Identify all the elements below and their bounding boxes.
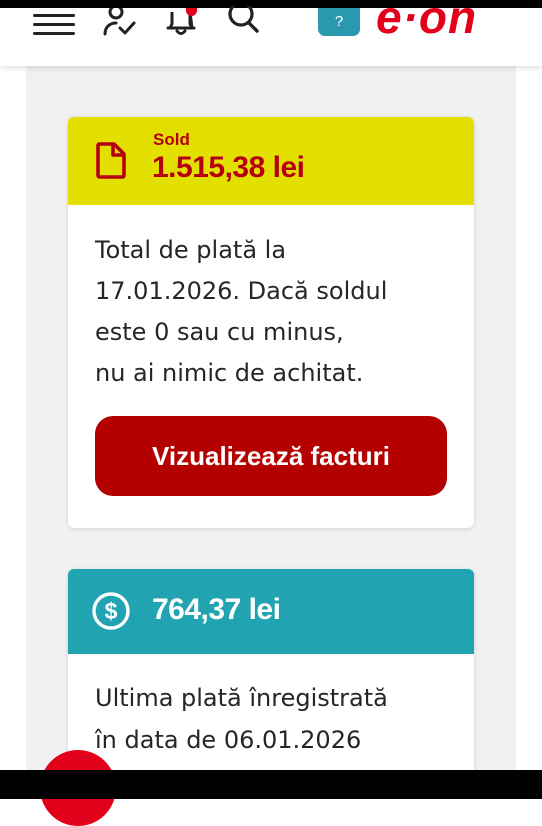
svg-text:$: $ <box>105 598 118 624</box>
bell-icon[interactable] <box>164 8 198 36</box>
balance-label: Sold <box>153 130 190 149</box>
balance-card-header: Sold 1.515,38 lei <box>68 117 474 205</box>
search-icon[interactable] <box>226 1 262 36</box>
balance-description-line: nu ai nimic de achitat. <box>95 359 364 387</box>
app-header: ? e·on <box>0 0 542 66</box>
system-navigation-bar <box>0 770 542 799</box>
dollar-circle-icon: $ <box>91 591 131 631</box>
document-icon <box>95 141 127 179</box>
last-payment-card: $ 764,37 lei Ultima plată înregistrată î… <box>68 569 474 779</box>
balance-description-line: 17.01.2026. Dacă soldul <box>95 277 388 305</box>
view-invoices-button[interactable]: Vizualizează facturi <box>95 416 447 496</box>
balance-amount: 1.515,38 lei <box>152 151 305 184</box>
menu-icon[interactable] <box>33 12 75 35</box>
last-payment-description-line: Ultima plată înregistrată <box>95 684 388 712</box>
user-check-icon[interactable] <box>103 4 137 36</box>
last-payment-card-header: $ 764,37 lei <box>68 569 474 654</box>
last-payment-description-line: în data de 06.01.2026 <box>95 726 362 754</box>
eon-logo[interactable]: e·on <box>376 0 477 40</box>
balance-card: Sold 1.515,38 lei Total de plată la 17.0… <box>68 117 474 528</box>
help-button[interactable]: ? <box>318 8 360 36</box>
last-payment-amount: 764,37 lei <box>152 593 281 626</box>
balance-description: Total de plată la 17.01.2026. Dacă soldu… <box>95 230 455 394</box>
balance-description-line: Total de plată la <box>95 236 287 264</box>
balance-description-line: este 0 sau cu minus, <box>95 318 344 346</box>
last-payment-description: Ultima plată înregistrată în data de 06.… <box>95 677 465 761</box>
